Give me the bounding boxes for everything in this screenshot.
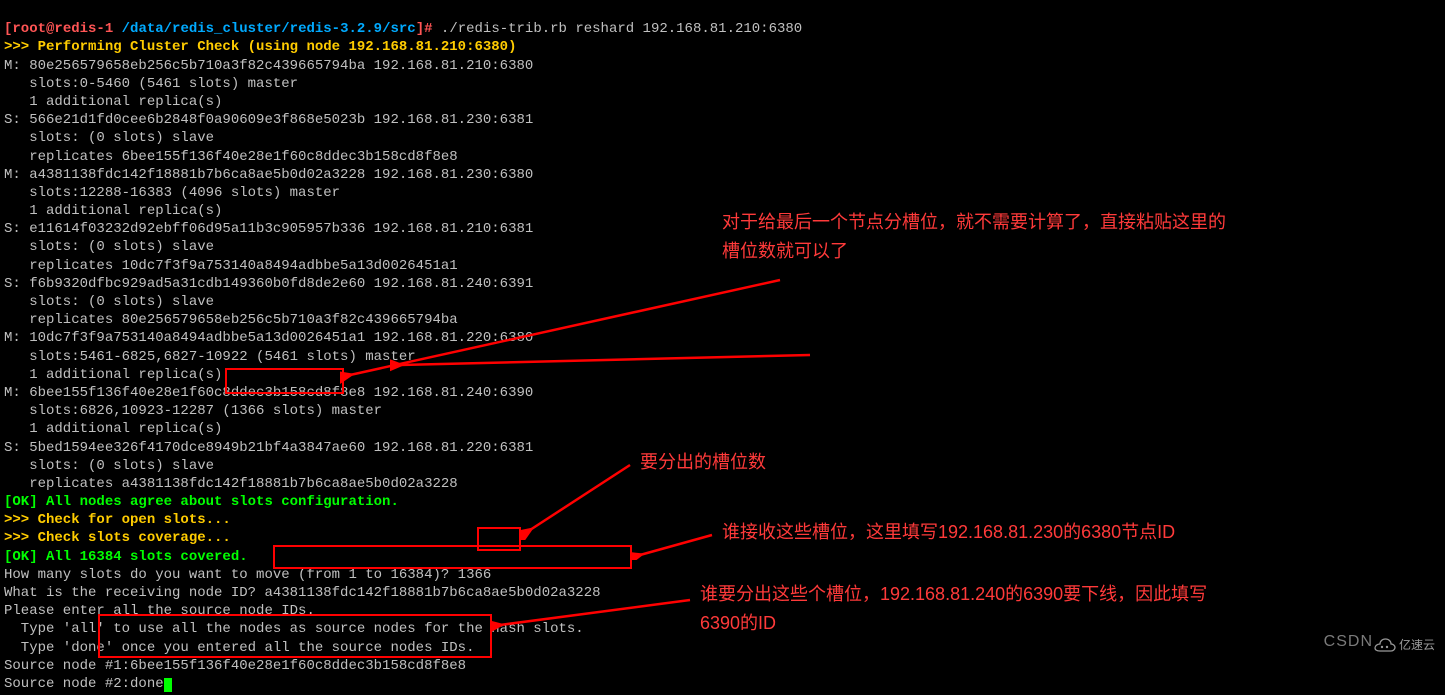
line-2: M: 80e256579658eb256c5b710a3f82c43966579…	[4, 58, 533, 74]
yisu-logo: 亿速云	[1371, 637, 1435, 655]
line-15: slots: (0 slots) slave	[4, 294, 214, 310]
line-30: How many slots do you want to move (from…	[4, 567, 491, 583]
prompt-path: /data/redis_cluster/redis-3.2.9/src	[122, 21, 416, 37]
line-36: Source node #2:done	[4, 676, 164, 692]
cursor	[164, 678, 172, 692]
line-6: slots: (0 slots) slave	[4, 130, 214, 146]
line-23: S: 5bed1594ee326f4170dce8949b21bf4a3847a…	[4, 440, 533, 456]
line-5: S: 566e21d1fd0cee6b2848f0a90609e3f868e50…	[4, 112, 533, 128]
line-9: slots:12288-16383 (4096 slots) master	[4, 185, 340, 201]
line-35: Source node #1:6bee155f136f40e28e1f60c8d…	[4, 658, 466, 674]
line-25: replicates a4381138fdc142f18881b7b6ca8ae…	[4, 476, 458, 492]
line-21: slots:6826,10923-12287 (1366 slots) mast…	[4, 403, 382, 419]
prompt-bracket-close: ]#	[416, 21, 433, 37]
line-31: What is the receiving node ID? a4381138f…	[4, 585, 601, 601]
command-text: ./redis-trib.rb reshard 192.168.81.210:6…	[433, 21, 803, 37]
annotation-1: 对于给最后一个节点分槽位，就不需要计算了，直接粘贴这里的 槽位数就可以了	[722, 208, 1226, 266]
prompt-host: root@redis-1	[12, 21, 113, 37]
line-17: M: 10dc7f3f9a753140a8494adbbe5a13d002645…	[4, 330, 533, 346]
line-1: >>> Performing Cluster Check (using node…	[4, 39, 516, 55]
line-24: slots: (0 slots) slave	[4, 458, 214, 474]
line-34: Type 'done' once you entered all the sou…	[4, 640, 474, 656]
line-33: Type 'all' to use all the nodes as sourc…	[4, 621, 584, 637]
cloud-icon	[1371, 637, 1397, 655]
line-32: Please enter all the source node IDs.	[4, 603, 315, 619]
line-16: replicates 80e256579658eb256c5b710a3f82c…	[4, 312, 458, 328]
annotation-4: 谁要分出这些个槽位，192.168.81.240的6390要下线，因此填写 63…	[700, 580, 1207, 638]
line-4: 1 additional replica(s)	[4, 94, 222, 110]
annotation-2: 要分出的槽位数	[640, 448, 766, 477]
line-10: 1 additional replica(s)	[4, 203, 222, 219]
line-28: >>> Check slots coverage...	[4, 530, 231, 546]
annotation-3: 谁接收这些槽位，这里填写192.168.81.230的6380节点ID	[722, 518, 1175, 547]
line-18: slots:5461-6825,6827-10922 (5461 slots) …	[4, 349, 416, 365]
line-3: slots:0-5460 (5461 slots) master	[4, 76, 298, 92]
line-11: S: e11614f03232d92ebff06d95a11b3c905957b…	[4, 221, 533, 237]
line-22: 1 additional replica(s)	[4, 421, 222, 437]
line-8: M: a4381138fdc142f18881b7b6ca8ae5b0d02a3…	[4, 167, 533, 183]
csdn-watermark: CSDN	[1324, 632, 1373, 653]
line-12: slots: (0 slots) slave	[4, 239, 214, 255]
line-19: 1 additional replica(s)	[4, 367, 222, 383]
line-20: M: 6bee155f136f40e28e1f60c8ddec3b158cd8f…	[4, 385, 533, 401]
line-7: replicates 6bee155f136f40e28e1f60c8ddec3…	[4, 149, 458, 165]
line-14: S: f6b9320dfbc929ad5a31cdb149360b0fd8de2…	[4, 276, 533, 292]
line-29: [OK] All 16384 slots covered.	[4, 549, 248, 565]
line-27: >>> Check for open slots...	[4, 512, 231, 528]
line-13: replicates 10dc7f3f9a753140a8494adbbe5a1…	[4, 258, 458, 274]
line-26: [OK] All nodes agree about slots configu…	[4, 494, 399, 510]
